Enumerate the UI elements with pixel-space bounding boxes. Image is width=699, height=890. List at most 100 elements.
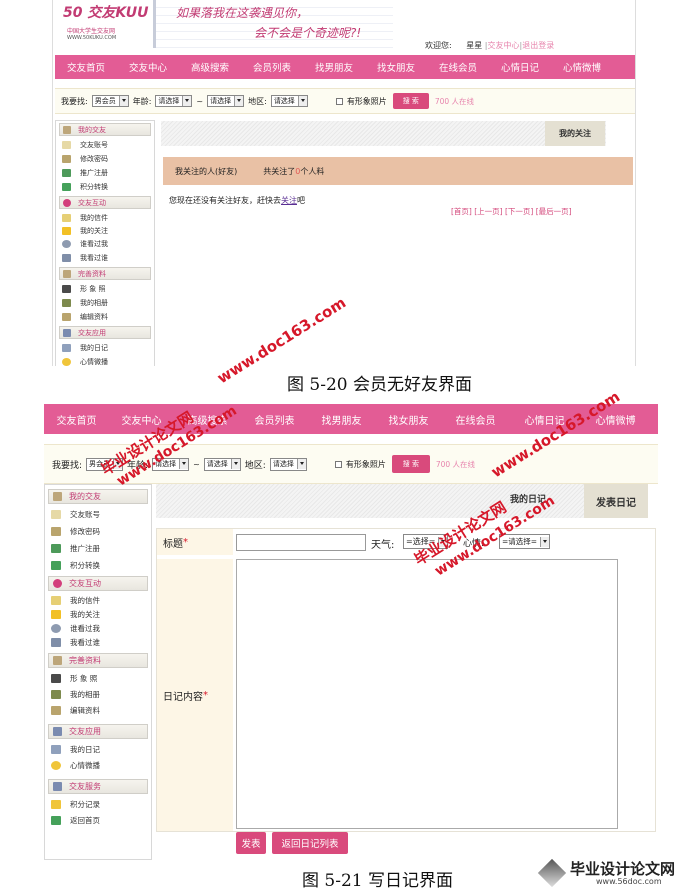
service-icon xyxy=(53,782,62,791)
find-label: 我要找: xyxy=(52,460,83,471)
search-button[interactable]: 搜 索 xyxy=(392,93,429,109)
sidebar-item-follow[interactable]: 我的关注 xyxy=(56,225,154,237)
sidebar-item-points[interactable]: 积分转换 xyxy=(45,557,151,574)
sidebar-item-points-log[interactable]: 积分记录 xyxy=(45,796,151,812)
edit-icon xyxy=(51,705,61,715)
sidebar-item-photo[interactable]: 形 象 照 xyxy=(56,282,154,296)
photo-label: 有形象照片 xyxy=(345,459,386,469)
sidebar-item-account[interactable]: 交友账号 xyxy=(56,138,154,152)
sidebar-item-weibo[interactable]: 心情微播 xyxy=(45,757,151,773)
sidebar-item-visited[interactable]: 我看过谁 xyxy=(56,251,154,265)
sidebar-item-visited[interactable]: 我看过谁 xyxy=(45,635,151,649)
age-max-select[interactable]: 请选择 xyxy=(207,95,245,107)
sidebar-item-back-home[interactable]: 返回首页 xyxy=(45,812,151,828)
photo-checkbox[interactable] xyxy=(334,460,342,468)
sidebar-item-points[interactable]: 积分转换 xyxy=(56,180,154,194)
sidebar-item-photo[interactable]: 形 象 照 xyxy=(45,670,151,686)
page-prev[interactable]: [上一页] xyxy=(474,207,502,216)
region-select[interactable]: 请选择 xyxy=(270,95,308,107)
nav-item-members[interactable]: 会员列表 xyxy=(241,60,303,74)
nav-item-find-female[interactable]: 找女朋友 xyxy=(375,412,442,427)
sidebar-item-password[interactable]: 修改密码 xyxy=(45,523,151,540)
edit-icon xyxy=(62,155,71,163)
main-nav: 交友首页 交友中心 高级搜索 会员列表 找男朋友 找女朋友 在线会员 心情日记 … xyxy=(55,55,635,79)
nav-item-home[interactable]: 交友首页 xyxy=(44,412,109,427)
empty-message: 您现在还没有关注好友，赶快去关注吧 xyxy=(169,195,305,206)
tab-publish-diary[interactable]: 发表日记 xyxy=(584,484,648,518)
page-next[interactable]: [下一页] xyxy=(505,207,533,216)
sidebar-item-label: 积分转换 xyxy=(70,561,100,570)
sidebar-item-diary[interactable]: 我的日记 xyxy=(56,341,154,355)
link-logout[interactable]: 退出登录 xyxy=(522,41,554,50)
sidebar-item-visitors[interactable]: 谁看过我 xyxy=(56,237,154,251)
back-to-diary-list-button[interactable]: 返回日记列表 xyxy=(272,832,348,854)
diary-content-textarea[interactable] xyxy=(236,559,618,829)
tab-my-follow[interactable]: 我的关注 xyxy=(545,121,605,146)
nav-item-home[interactable]: 交友首页 xyxy=(55,60,117,74)
content-tab-strip xyxy=(156,484,630,518)
star-icon xyxy=(51,609,61,619)
profile-icon xyxy=(63,269,71,278)
sidebar-item-account[interactable]: 交友账号 xyxy=(45,506,151,523)
follow-link[interactable]: 关注 xyxy=(281,196,297,205)
follow-list-title: 我关注的人(好友) xyxy=(175,166,238,176)
nav-item-weibo[interactable]: 心情微博 xyxy=(551,60,613,74)
sidebar-item-follow[interactable]: 我的关注 xyxy=(45,607,151,621)
required-mark: * xyxy=(183,536,188,548)
nav-item-search[interactable]: 高级搜索 xyxy=(179,60,241,74)
chevron-down-icon xyxy=(297,96,307,106)
sidebar-group-title: 交友应用 xyxy=(78,328,106,337)
nav-item-center[interactable]: 交友中心 xyxy=(117,60,179,74)
link-center[interactable]: 交友中心 xyxy=(488,41,520,50)
sidebar-item-promote[interactable]: 推广注册 xyxy=(45,540,151,557)
nav-item-members[interactable]: 会员列表 xyxy=(241,412,308,427)
nav-item-find-male[interactable]: 找男朋友 xyxy=(303,60,365,74)
sidebar-item-label: 我的信件 xyxy=(70,595,100,605)
sidebar: 我的交友 交友账号 修改密码 推广注册 积分转换 交友互动 我的信件 我的关注 … xyxy=(55,120,155,366)
chevron-down-icon xyxy=(179,459,189,469)
site-logo[interactable]: 50 交友KUU 中国大学生交友网 WWW.50KUKU.COM xyxy=(63,2,149,46)
sidebar-item-album[interactable]: 我的相册 xyxy=(56,296,154,310)
region-select[interactable]: 请选择 xyxy=(269,457,307,471)
page-last[interactable]: [最后一页] xyxy=(536,207,572,216)
tilde: ~ xyxy=(196,96,204,106)
chevron-down-icon xyxy=(182,96,192,106)
publish-button[interactable]: 发表 xyxy=(236,832,266,854)
logo-url: WWW.50KUKU.COM xyxy=(67,35,117,41)
slogan-banner: 如果落我在这袭遇见你， 会不会是个奇迹呢?! xyxy=(153,0,393,48)
sidebar-item-label: 修改密码 xyxy=(70,527,100,536)
sidebar-item-weibo[interactable]: 心情微播 xyxy=(56,355,154,369)
age-min-select[interactable]: 请选择 xyxy=(155,95,193,107)
title-input[interactable] xyxy=(236,534,366,551)
album-icon xyxy=(51,689,61,699)
age-label: 年龄: xyxy=(132,96,152,106)
nav-item-find-female[interactable]: 找女朋友 xyxy=(365,60,427,74)
transfer-icon xyxy=(62,183,71,191)
sidebar-item-diary[interactable]: 我的日记 xyxy=(45,741,151,757)
sidebar-item-label: 我的日记 xyxy=(80,344,108,352)
sidebar-item-mail[interactable]: 我的信件 xyxy=(56,211,154,225)
nav-item-online[interactable]: 在线会员 xyxy=(427,60,489,74)
slogan-line-2: 会不会是个奇迹呢?! xyxy=(254,26,362,40)
nav-item-online[interactable]: 在线会员 xyxy=(442,412,509,427)
nav-item-find-male[interactable]: 找男朋友 xyxy=(308,412,375,427)
sidebar-group-header: 交友服务 xyxy=(48,779,148,794)
gender-select[interactable]: 男会员 xyxy=(91,95,129,107)
sidebar-item-album[interactable]: 我的相册 xyxy=(45,686,151,702)
page-first[interactable]: [首页] xyxy=(451,207,472,216)
sidebar-item-visitors[interactable]: 谁看过我 xyxy=(45,621,151,635)
bulb-icon xyxy=(51,760,61,770)
nav-item-diary[interactable]: 心情日记 xyxy=(489,60,551,74)
sidebar-item-edit-profile[interactable]: 编辑资料 xyxy=(45,702,151,718)
photo-checkbox[interactable] xyxy=(335,97,343,105)
sidebar-item-promote[interactable]: 推广注册 xyxy=(56,166,154,180)
sidebar-group-title: 交友应用 xyxy=(69,727,101,736)
age-max-select[interactable]: 请选择 xyxy=(203,457,241,471)
photo-icon xyxy=(51,673,61,683)
sidebar-item-edit-profile[interactable]: 编辑资料 xyxy=(56,310,154,324)
age-max-value: 请选择 xyxy=(206,460,228,468)
search-button[interactable]: 搜 索 xyxy=(391,455,430,473)
sidebar-item-password[interactable]: 修改密码 xyxy=(56,152,154,166)
sidebar-item-mail[interactable]: 我的信件 xyxy=(45,593,151,607)
diary-icon xyxy=(51,744,61,754)
